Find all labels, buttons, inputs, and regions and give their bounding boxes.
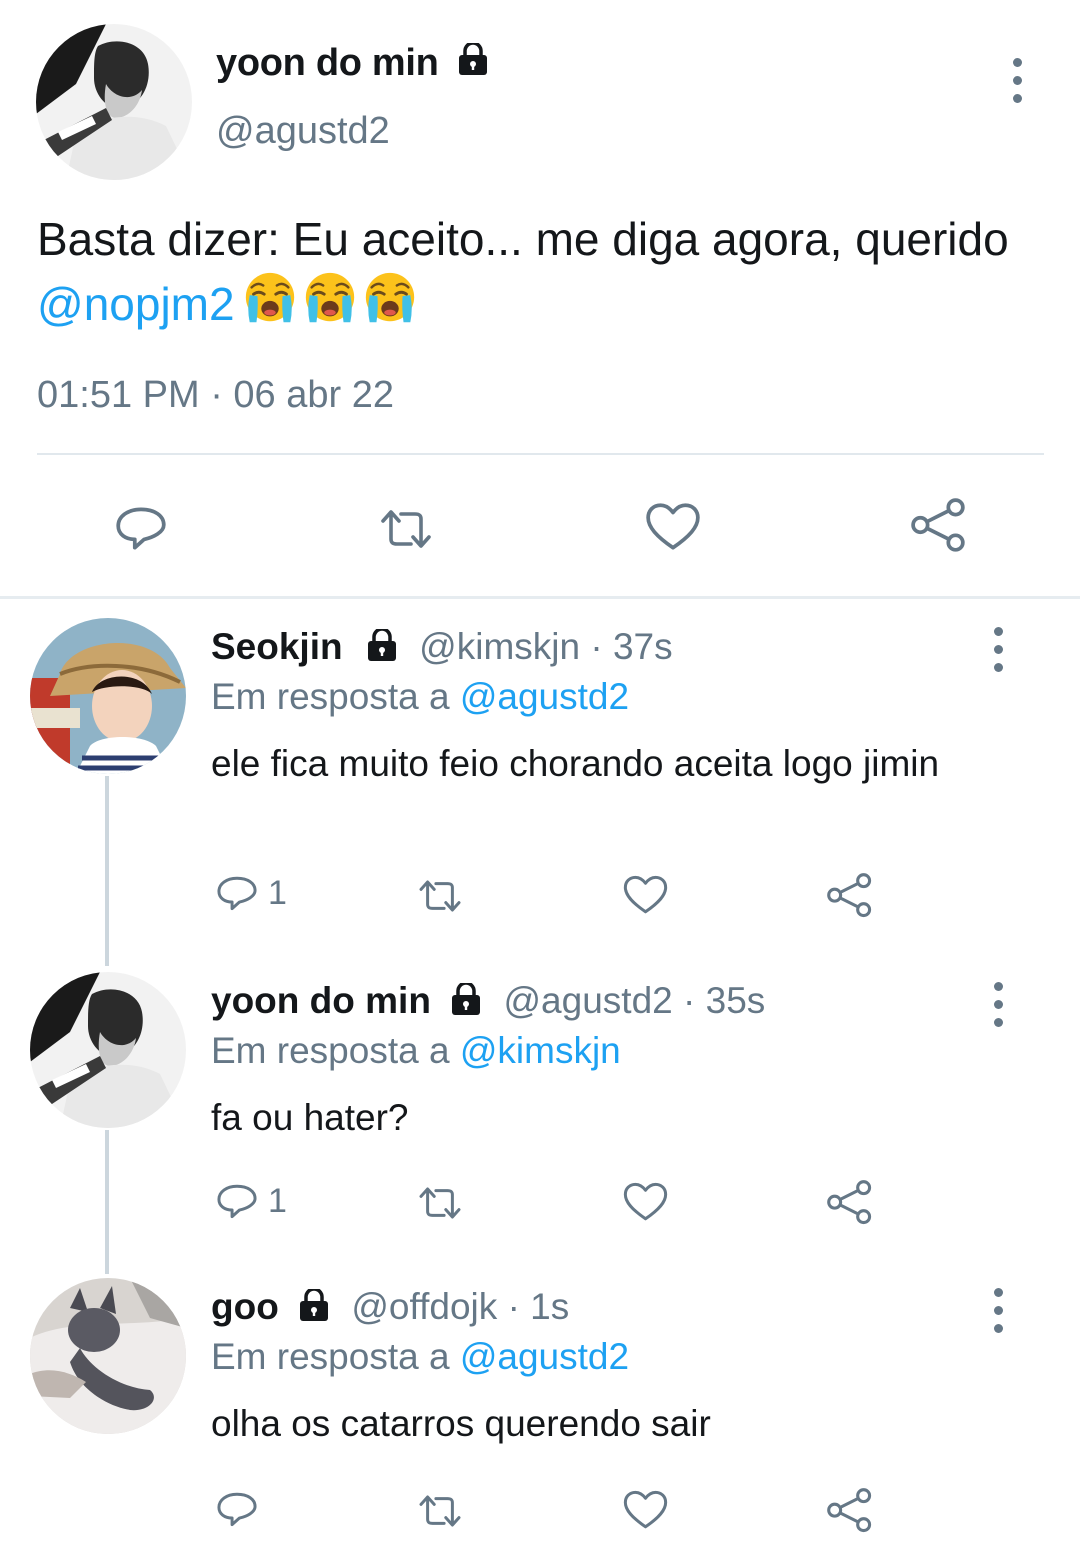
mention-link[interactable]: @kimskjn xyxy=(460,1030,621,1071)
timestamp[interactable]: 01:51 PM · 06 abr 22 xyxy=(37,374,394,417)
like-button[interactable] xyxy=(622,874,669,916)
mention-link[interactable]: @nopjm2 xyxy=(37,278,235,330)
tweet-text: olha os catarros querendo sair xyxy=(211,1403,711,1444)
display-name-text[interactable]: yoon do min xyxy=(216,42,439,84)
share-button[interactable] xyxy=(826,873,874,919)
reply-context: Em resposta a @agustd2 xyxy=(211,676,629,718)
reply-header: goo @offdojk · 1s xyxy=(211,1286,569,1328)
share-icon xyxy=(911,498,965,552)
handle[interactable]: @kimskjn xyxy=(419,626,580,667)
tweet-age[interactable]: · 35s xyxy=(683,980,765,1021)
retweet-button[interactable] xyxy=(412,877,468,915)
tweet-text: Basta dizer: Eu aceito... me diga agora,… xyxy=(37,208,1047,335)
avatar[interactable] xyxy=(30,618,186,774)
like-button[interactable] xyxy=(644,502,702,552)
more-options-icon[interactable] xyxy=(988,1288,1008,1333)
reply-icon xyxy=(116,507,166,550)
share-icon xyxy=(827,1180,872,1225)
reply-icon xyxy=(217,1184,257,1219)
tweet-age[interactable]: · 1s xyxy=(508,1286,570,1327)
reply-button[interactable] xyxy=(112,502,170,554)
display-name[interactable]: yoon do min xyxy=(211,980,431,1021)
emoji-group xyxy=(241,270,419,328)
avatar[interactable] xyxy=(30,972,186,1128)
reply-icon xyxy=(217,876,257,911)
reply-button[interactable]: 1 xyxy=(214,872,287,914)
reply-context: Em resposta a @kimskjn xyxy=(211,1030,621,1072)
mention-link[interactable]: @agustd2 xyxy=(460,1336,629,1377)
retweet-button[interactable] xyxy=(372,506,440,552)
handle[interactable]: @agustd2 xyxy=(504,980,673,1021)
like-button[interactable] xyxy=(622,1489,669,1531)
retweet-icon xyxy=(419,1495,461,1527)
reply-icon xyxy=(217,1492,257,1527)
reply-context-label: Em resposta a xyxy=(211,676,460,717)
more-options-icon[interactable] xyxy=(988,627,1008,672)
loudly-crying-face-icon xyxy=(363,271,416,324)
tweet-text: fa ou hater? xyxy=(211,1097,409,1138)
share-button[interactable] xyxy=(826,1180,874,1226)
thread-line xyxy=(105,776,109,966)
lock-icon xyxy=(366,629,398,663)
reply-count: 1 xyxy=(268,1181,287,1220)
retweet-button[interactable] xyxy=(412,1184,468,1222)
reply-context-label: Em resposta a xyxy=(211,1336,460,1377)
reply-count: 1 xyxy=(268,873,287,912)
like-button[interactable] xyxy=(622,1181,669,1223)
reply-button[interactable] xyxy=(214,1488,268,1530)
share-icon xyxy=(827,873,872,918)
retweet-button[interactable] xyxy=(412,1492,468,1530)
retweet-icon xyxy=(419,880,461,912)
reply-header: Seokjin @kimskjn · 37s xyxy=(211,626,673,668)
retweet-icon xyxy=(381,510,431,548)
loudly-crying-face-icon xyxy=(243,271,296,324)
tweet-body: Basta dizer: Eu aceito... me diga agora,… xyxy=(37,213,1009,265)
lock-icon xyxy=(457,43,489,77)
like-icon xyxy=(623,875,668,914)
thread-line xyxy=(105,1130,109,1274)
share-button[interactable] xyxy=(910,498,968,554)
section-divider xyxy=(0,596,1080,599)
loudly-crying-face-icon xyxy=(303,271,356,324)
avatar[interactable] xyxy=(36,24,192,180)
reply-header: yoon do min @agustd2 · 35s xyxy=(211,980,765,1022)
handle[interactable]: @offdojk xyxy=(351,1286,497,1327)
share-button[interactable] xyxy=(826,1488,874,1534)
tweet-text: ele fica muito feio chorando aceita logo… xyxy=(211,743,940,784)
avatar[interactable] xyxy=(30,1278,186,1434)
more-options-icon[interactable] xyxy=(988,982,1008,1027)
handle[interactable]: @agustd2 xyxy=(216,110,390,153)
display-name[interactable]: Seokjin xyxy=(211,626,343,667)
like-icon xyxy=(623,1490,668,1529)
lock-icon xyxy=(298,1289,330,1323)
divider xyxy=(37,453,1044,455)
mention-link[interactable]: @agustd2 xyxy=(460,676,629,717)
retweet-icon xyxy=(419,1187,461,1219)
like-icon xyxy=(646,503,700,550)
more-options-icon[interactable] xyxy=(1007,58,1027,103)
display-name[interactable]: goo xyxy=(211,1286,279,1327)
reply-context: Em resposta a @agustd2 xyxy=(211,1336,629,1378)
reply-button[interactable]: 1 xyxy=(214,1180,287,1222)
like-icon xyxy=(623,1182,668,1221)
share-icon xyxy=(827,1488,872,1533)
tweet-age[interactable]: · 37s xyxy=(590,626,672,667)
reply-context-label: Em resposta a xyxy=(211,1030,460,1071)
display-name[interactable]: yoon do min xyxy=(216,42,493,85)
lock-icon xyxy=(450,983,482,1017)
